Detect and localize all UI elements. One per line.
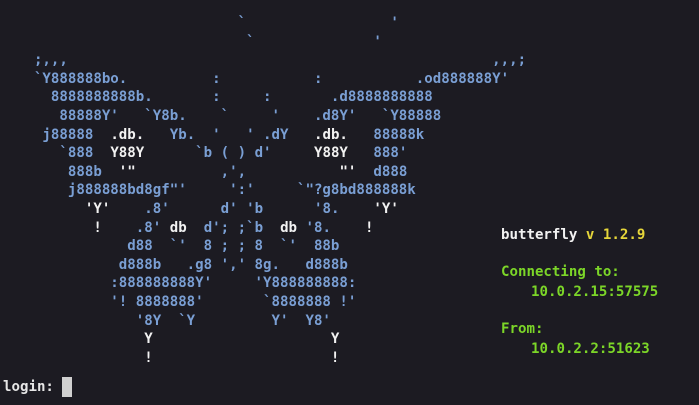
art-segment: Y88Y <box>110 145 145 162</box>
art-line: d888b .g8 ',' 8g. d888b <box>0 256 348 274</box>
art-segment: db <box>280 219 298 236</box>
art-segment: ` ' <box>0 15 399 31</box>
version-prefix: v <box>585 227 595 243</box>
text-cursor[interactable] <box>61 377 72 397</box>
version-number: 1.2.9 <box>602 227 646 243</box>
art-segment: d888 <box>356 163 408 180</box>
art-segment: j88888 <box>0 126 111 143</box>
art-segment <box>0 201 85 217</box>
art-line: `Y888888bo. : : .od888888Y' <box>0 70 509 88</box>
art-line: j888888bd8gf"' ':' `"?g8bd888888k <box>0 181 416 199</box>
art-line: ` ' <box>0 14 399 32</box>
art-line: 88888Y' `Y8b. ` ' .d8Y' `Y88888 <box>0 107 441 125</box>
art-segment: ;,,, ,,,; <box>0 52 527 69</box>
art-segment: :888888888Y' 'Y888888888: <box>0 275 357 292</box>
art-line: :888888888Y' 'Y888888888: <box>0 274 356 292</box>
art-segment: .8' <box>101 219 170 236</box>
login-prompt[interactable]: login: <box>3 377 72 397</box>
connecting-label: Connecting to: <box>501 264 620 280</box>
art-line: ! ! <box>0 349 339 367</box>
art-segment: j888888bd8gf"' ':' `"?g8bd888888k <box>0 182 416 199</box>
art-segment <box>0 220 93 236</box>
app-title: butterfly v 1.2.9 <box>501 226 645 244</box>
from-label: From: <box>501 321 544 337</box>
from-address: 10.0.2.2:51623 <box>531 341 650 357</box>
art-segment: ,', <box>135 163 340 180</box>
art-segment: ! ! <box>0 349 340 366</box>
art-line: ! .8' db d'; ;`b db '8. ! <box>0 219 373 237</box>
app-name: butterfly <box>501 227 578 243</box>
art-line: `888 Y88Y `b ( ) d' Y88Y 888' <box>0 144 407 162</box>
terminal-window[interactable]: ` ' ` ' ;,,, ,,,; `Y888888bo. : : .od888… <box>0 0 699 405</box>
art-line: 'Y' .8' d' 'b '8. 'Y' <box>0 200 399 218</box>
art-segment: .db. <box>313 126 348 143</box>
art-segment: `b ( ) d' <box>144 145 314 162</box>
art-segment: Y Y <box>0 331 340 348</box>
art-line: Y Y <box>0 330 339 348</box>
art-segment: 8888888888b. : : .d8888888888 <box>0 89 433 106</box>
art-line: 888b '" ,', "' d888 <box>0 163 407 181</box>
art-segment: 'Y' <box>84 201 111 217</box>
art-segment: 88888Y' `Y8b. ` ' .d8Y' `Y88888 <box>0 108 442 124</box>
art-segment: `888 <box>0 145 111 162</box>
art-line: d88 `' 8 ; ; 8 `' 88b <box>0 237 339 255</box>
login-label: login: <box>3 379 54 395</box>
art-segment: '8. <box>297 219 365 236</box>
art-segment: '8Y `Y Y' Y8' <box>0 312 331 329</box>
art-segment: 888' <box>347 145 408 162</box>
art-segment: `Y888888bo. : : .od888888Y' <box>0 70 510 87</box>
art-segment: 888b <box>0 163 119 180</box>
art-segment: ! <box>364 219 374 236</box>
art-line: ` ' <box>0 33 382 51</box>
art-segment: .8' d' 'b '8. <box>110 201 374 217</box>
art-segment: db <box>169 219 187 236</box>
art-segment: d88 `' 8 ; ; 8 `' 88b <box>0 238 340 255</box>
art-segment: d888b .g8 ',' 8g. d888b <box>0 256 348 273</box>
art-segment: '! 8888888' `8888888 !' <box>0 294 357 310</box>
art-line: '! 8888888' `8888888 !' <box>0 293 356 311</box>
art-segment: Y88Y <box>313 145 348 162</box>
art-segment: d'; ;`b <box>186 219 281 236</box>
art-segment: 'Y' <box>373 201 399 217</box>
art-segment: '" <box>118 163 136 180</box>
art-segment: ! <box>93 219 102 236</box>
art-line: 8888888888b. : : .d8888888888 <box>0 88 433 106</box>
art-segment: "' <box>339 163 357 180</box>
art-line: '8Y `Y Y' Y8' <box>0 312 331 330</box>
art-segment: ` ' <box>0 33 382 50</box>
art-line: j88888 .db. Yb. ' ' .dY .db. 88888k <box>0 126 424 144</box>
art-segment: .db. <box>110 126 145 143</box>
art-segment: 88888k <box>347 126 425 143</box>
art-segment: Yb. ' ' .dY <box>144 126 314 143</box>
connecting-address: 10.0.2.15:57575 <box>531 284 659 300</box>
art-line: ;,,, ,,,; <box>0 51 526 69</box>
